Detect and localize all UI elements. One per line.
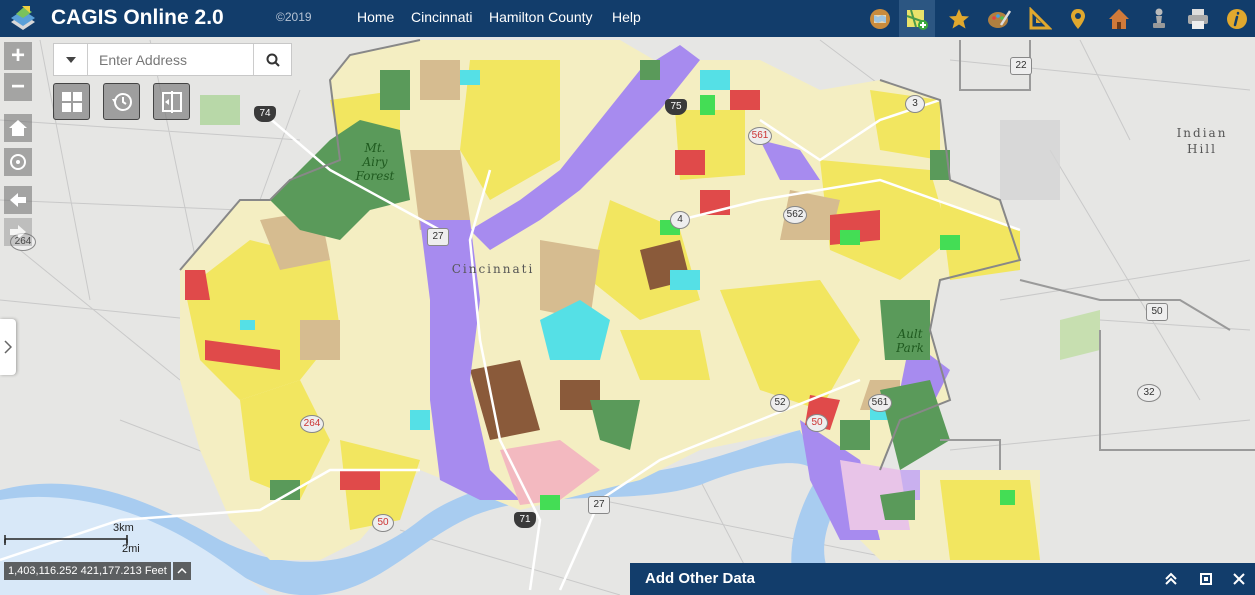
print-tool[interactable]	[1180, 0, 1216, 37]
route-shield: 50	[1146, 303, 1168, 321]
panel-title: Add Other Data	[645, 570, 756, 587]
minus-icon: −	[10, 73, 25, 100]
scale-mi-label: 2mi	[122, 543, 140, 555]
cagis-logo-icon[interactable]	[8, 4, 38, 34]
panel-maximize-button[interactable]	[1195, 568, 1217, 590]
favorites-tool[interactable]	[941, 0, 977, 37]
arrow-right-icon	[10, 225, 26, 239]
symbology-tool[interactable]	[981, 0, 1017, 37]
home-extent-button[interactable]	[4, 114, 32, 142]
cincinnati-place-label: Cincinnati	[451, 262, 535, 276]
nav-hamilton-county-link[interactable]: Hamilton County	[489, 9, 593, 25]
measure-icon	[1029, 6, 1052, 29]
route-shield: 562	[783, 206, 807, 224]
route-shield: 27	[588, 496, 610, 514]
nav-help-link[interactable]: Help	[612, 9, 641, 25]
ault-park-label: Ault Park	[896, 327, 924, 355]
route-shield: 32	[1137, 384, 1161, 402]
measure-tool[interactable]	[1022, 0, 1058, 37]
plus-icon: +	[10, 42, 25, 69]
route-shield: 52	[770, 394, 790, 412]
map-canvas[interactable]: Mt. Airy Forest Cincinnati Ault Park Ind…	[0, 37, 1255, 595]
basemap-tool[interactable]	[862, 0, 898, 37]
indian-hill-label: Indian Hill	[1176, 126, 1228, 156]
route-shield: 75	[665, 99, 687, 115]
double-chevron-up-icon	[1165, 572, 1177, 585]
maximize-icon	[1200, 573, 1212, 585]
home-icon	[1109, 8, 1129, 29]
layers-map-icon	[870, 8, 890, 29]
chevron-up-icon	[177, 568, 187, 574]
close-icon	[1233, 573, 1245, 585]
nav-cincinnati-link[interactable]: Cincinnati	[411, 9, 472, 25]
info-tool[interactable]	[1219, 0, 1255, 37]
basemap-graphic	[0, 37, 1255, 595]
mt-airy-forest-label: Mt. Airy Forest	[355, 141, 395, 183]
top-navigation-bar: CAGIS Online 2.0 ©2019 Home Cincinnati H…	[0, 0, 1255, 37]
address-search	[53, 43, 292, 76]
route-shield: 71	[514, 512, 536, 528]
next-extent-button[interactable]	[4, 218, 32, 246]
search-button[interactable]	[253, 44, 291, 75]
app-title: CAGIS Online 2.0	[51, 6, 224, 29]
locate-tool[interactable]	[1060, 0, 1096, 37]
arrow-left-icon	[10, 193, 26, 207]
chess-pawn-icon	[1153, 8, 1165, 28]
home-icon	[9, 120, 27, 136]
star-icon	[949, 8, 969, 28]
chevron-right-icon	[4, 340, 12, 354]
grid-layout-icon	[61, 91, 82, 112]
add-data-icon	[906, 9, 928, 30]
search-icon	[266, 53, 280, 67]
zoom-in-button[interactable]: +	[4, 42, 32, 70]
panel-expand-button[interactable]	[1160, 568, 1182, 590]
add-other-data-panel: Add Other Data	[630, 563, 1255, 595]
route-shield: 50	[806, 414, 828, 432]
address-search-input[interactable]	[88, 44, 263, 75]
nav-home-link[interactable]: Home	[357, 9, 394, 25]
route-shield: 50	[372, 514, 394, 532]
swipe-compare-button[interactable]	[153, 83, 190, 120]
route-shield: 3	[905, 95, 925, 113]
side-panel-toggle[interactable]	[0, 319, 16, 375]
location-pin-icon	[1071, 8, 1085, 29]
route-shield: 27	[427, 228, 449, 246]
route-shield: 22	[1010, 57, 1032, 75]
locate-me-button[interactable]	[4, 148, 32, 176]
route-shield: 4	[670, 211, 690, 229]
history-clock-icon	[111, 92, 132, 111]
previous-extent-button[interactable]	[4, 186, 32, 214]
history-button[interactable]	[103, 83, 140, 120]
zoom-out-button[interactable]: −	[4, 73, 32, 101]
person-tool[interactable]	[1141, 0, 1177, 37]
route-shield: 561	[868, 394, 892, 412]
panel-close-button[interactable]	[1228, 568, 1250, 590]
route-shield: 74	[254, 106, 276, 122]
route-shield: 264	[300, 415, 324, 433]
info-icon	[1227, 8, 1247, 29]
cursor-coordinates: 1,403,116.252 421,177.213 Feet	[4, 562, 171, 580]
property-tool[interactable]	[1101, 0, 1137, 37]
caret-down-icon	[65, 56, 76, 63]
print-icon	[1188, 8, 1208, 29]
basemap-gallery-button[interactable]	[53, 83, 90, 120]
search-source-dropdown[interactable]	[54, 44, 88, 75]
split-view-icon	[161, 90, 182, 113]
palette-icon	[988, 9, 1011, 28]
add-data-tool[interactable]	[899, 0, 935, 37]
crosshair-icon	[10, 154, 26, 170]
coordinates-toggle-button[interactable]	[173, 562, 191, 580]
copyright-text: ©2019	[276, 10, 312, 24]
route-shield: 561	[748, 127, 772, 145]
scale-km-label: 3km	[113, 522, 134, 534]
